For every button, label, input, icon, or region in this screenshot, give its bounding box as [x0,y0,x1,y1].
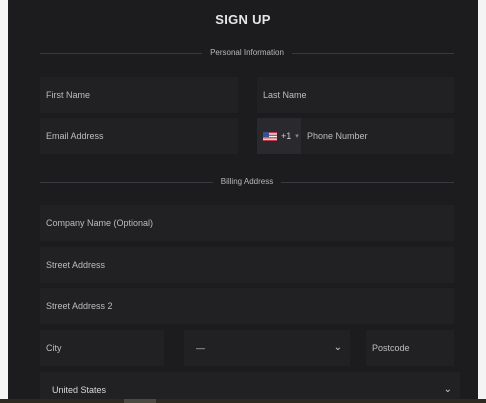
right-margin [478,0,486,403]
last-name-field[interactable]: Last Name [257,77,454,113]
country-code-select[interactable]: +1 ▾ [257,118,301,154]
state-select[interactable]: — ⌄ [184,330,350,366]
email-field[interactable]: Email Address [40,118,238,154]
personal-info-divider: Personal Information [40,46,454,60]
section-label-billing: Billing Address [212,177,282,186]
company-name-field[interactable]: Company Name (Optional) [40,205,454,241]
caret-down-icon: ▾ [295,133,299,140]
street-address-2-field[interactable]: Street Address 2 [40,288,454,324]
section-label-personal: Personal Information [202,48,292,57]
billing-divider: Billing Address [40,175,454,189]
street-address-field[interactable]: Street Address [40,247,454,283]
us-flag-icon [263,131,277,141]
page-title: SIGN UP [215,12,271,27]
first-name-field[interactable]: First Name [40,77,238,113]
phone-code: +1 [281,131,292,141]
phone-number-field[interactable]: Phone Number [301,118,454,154]
signup-panel: SIGN UP Personal Information First Name … [8,0,478,403]
state-value: — [196,343,205,353]
chevron-down-icon: ⌄ [333,342,342,353]
bottom-strip-segment [124,399,156,403]
bottom-strip [0,399,486,403]
left-margin [0,0,8,403]
country-value: United States [52,385,107,395]
postcode-field[interactable]: Postcode [366,330,454,366]
city-field[interactable]: City [40,330,164,366]
